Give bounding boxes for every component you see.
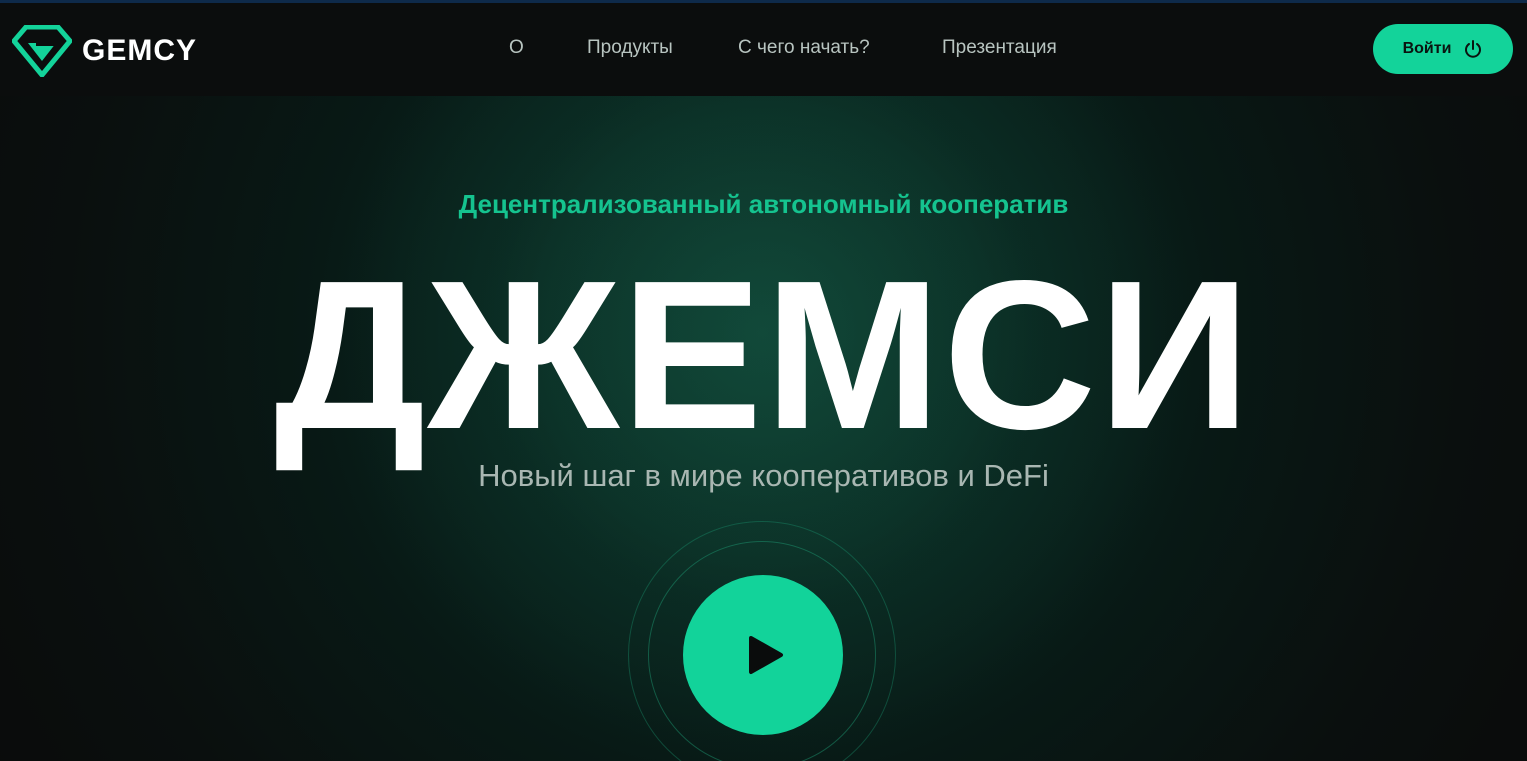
site-header: GEMCY О Продукты С чего начать? Презента… bbox=[0, 3, 1527, 96]
page: GEMCY О Продукты С чего начать? Презента… bbox=[0, 0, 1527, 761]
play-video-button[interactable] bbox=[683, 575, 843, 735]
nav-item-about[interactable]: О bbox=[509, 37, 524, 59]
main-nav: О Продукты С чего начать? Презентация bbox=[0, 37, 1527, 65]
hero-subtitle: Децентрализованный автономный кооператив bbox=[458, 189, 1069, 219]
hero-tagline: Новый шаг в мире кооперативов и DeFi bbox=[478, 458, 1049, 493]
nav-item-getting-started[interactable]: С чего начать? bbox=[738, 37, 870, 59]
hero-title: ДЖЕМСИ bbox=[274, 236, 1253, 473]
play-icon bbox=[749, 636, 783, 674]
video-play-area bbox=[628, 521, 896, 761]
login-button-label: Войти bbox=[1402, 40, 1452, 57]
nav-item-products[interactable]: Продукты bbox=[587, 37, 673, 59]
login-button[interactable]: Войти bbox=[1373, 24, 1513, 74]
power-icon bbox=[1465, 40, 1482, 58]
nav-item-presentation[interactable]: Презентация bbox=[942, 37, 1057, 59]
